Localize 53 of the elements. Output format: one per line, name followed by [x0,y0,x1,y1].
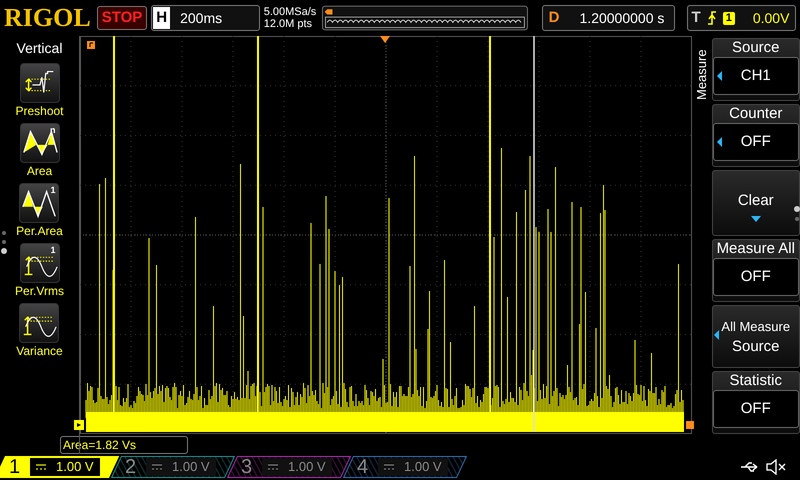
timebase-label: H [153,7,170,29]
trigger-marker-icon [86,40,96,50]
softkey-button[interactable]: Counter OFF [712,104,800,167]
softkey-label: Source [732,39,780,57]
softkey-label: Source [732,336,780,356]
softkey-value: CH1 [712,57,799,95]
sample-rate: 5.00MSa/s [264,6,316,18]
dc-coupling-icon [384,464,394,470]
softkey-label: Statistic [729,372,782,390]
softkey-value: OFF [712,258,799,296]
dc-coupling-icon [152,464,162,470]
delay-value: 1.20000000 s [580,8,664,28]
left-arrow-icon [716,71,722,81]
channel-tab[interactable]: 2 1.00 V [110,456,236,478]
trigger-label: T [692,8,701,28]
left-arrow-icon [716,137,722,147]
page-dots-icon [794,206,800,224]
menu-title: Measure [693,48,710,100]
memory-depth: 12.0M pts [264,18,314,30]
channel-tab[interactable]: 3 1.00 V [226,456,352,478]
softkey-label: All Measure [721,318,790,336]
softkey-button[interactable]: Source CH1 [712,38,800,101]
softkey-button[interactable]: Measure All OFF [712,239,800,302]
softkey-label: Clear [738,190,774,211]
softkey-value: OFF [712,123,799,161]
delay-label: D [548,8,561,28]
channel-marker-icon [74,420,84,430]
dc-coupling-icon [268,464,278,470]
down-arrow-icon [750,216,761,222]
softkey-button[interactable]: All Measure Source [712,305,800,368]
channel-tab[interactable]: 4 1.00 V [342,456,468,478]
speaker-muted-icon [766,459,786,475]
timebase-value: 200ms [180,8,222,28]
trigger-level: 0.00V [752,8,790,28]
softkey-value: OFF [712,390,799,428]
softkey-button[interactable]: Statistic OFF [712,371,800,434]
usb-icon [740,461,760,473]
softkey-button[interactable]: Clear [712,170,800,236]
dc-coupling-icon [36,464,46,470]
channel-tab[interactable]: 1 1.00 V [0,456,120,478]
rising-edge-icon [706,11,717,25]
softkey-label: Counter [729,105,782,123]
left-arrow-icon [714,330,718,340]
menu-title: Vertical [16,39,62,58]
softkey-label: Measure All [716,240,795,258]
brand-logo: RIGOL [4,5,91,31]
measurement-readout: Area=1.82 Vs [60,436,188,454]
icon-superscript: 1 [50,185,56,195]
icon-superscript: 1 [50,245,56,255]
trigger-source: 1 [722,12,735,24]
run-stop-button[interactable]: STOP [96,6,148,30]
page-dots-icon [0,230,8,256]
trigger-level-icon [685,420,695,430]
